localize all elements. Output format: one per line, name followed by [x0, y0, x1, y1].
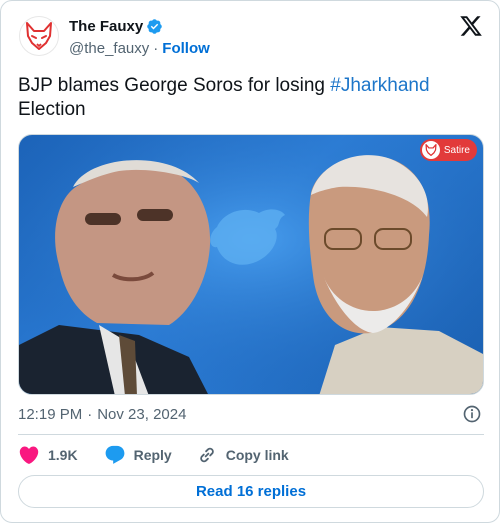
- separator-dot: ·: [153, 40, 159, 57]
- tweet-date[interactable]: Nov 23, 2024: [97, 406, 186, 423]
- tweet-header: The Fauxy @the_fauxy · Follow: [17, 14, 485, 58]
- photo-illustration: [19, 135, 483, 394]
- tweet-time[interactable]: 12:19 PM: [18, 406, 82, 423]
- copy-link-button[interactable]: Copy link: [196, 444, 289, 466]
- fox-logo-icon: [26, 22, 52, 50]
- author-handle[interactable]: @the_fauxy: [69, 40, 149, 57]
- tweet-meta: 12:19 PM · Nov 23, 2024: [18, 404, 484, 424]
- follow-button[interactable]: Follow: [162, 40, 210, 57]
- copy-link-label: Copy link: [225, 447, 289, 463]
- like-button[interactable]: 1.9K: [18, 444, 78, 466]
- link-icon: [199, 447, 214, 463]
- tweet-text-body: BJP blames George Soros for losing: [18, 75, 331, 96]
- x-logo-icon[interactable]: [459, 14, 483, 38]
- tweet-text: BJP blames George Soros for losing #Jhar…: [18, 74, 478, 122]
- reply-label: Reply: [133, 447, 172, 463]
- verified-badge-icon: [147, 19, 162, 34]
- like-count: 1.9K: [48, 447, 78, 463]
- divider: [18, 434, 484, 435]
- satire-badge: Satire: [419, 139, 477, 161]
- reply-bubble-icon: [105, 445, 124, 464]
- reply-button[interactable]: Reply: [104, 444, 172, 466]
- avatar[interactable]: [19, 16, 59, 56]
- hashtag-link[interactable]: #Jharkhand: [330, 75, 429, 96]
- fox-badge-icon: [421, 141, 440, 159]
- read-replies-button[interactable]: Read 16 replies: [18, 475, 484, 508]
- meta-separator: ·: [87, 405, 93, 423]
- action-bar: 1.9K Reply Copy link: [18, 443, 484, 467]
- author-name[interactable]: The Fauxy: [69, 18, 143, 35]
- satire-label: Satire: [443, 144, 470, 156]
- tweet-image[interactable]: Satire: [18, 134, 484, 395]
- tweet-text-end: Election: [18, 99, 86, 120]
- tweet-card: The Fauxy @the_fauxy · Follow BJP blames…: [0, 0, 500, 523]
- heart-icon: [19, 446, 39, 464]
- author-block: The Fauxy @the_fauxy · Follow: [69, 17, 210, 58]
- info-icon[interactable]: [462, 404, 482, 424]
